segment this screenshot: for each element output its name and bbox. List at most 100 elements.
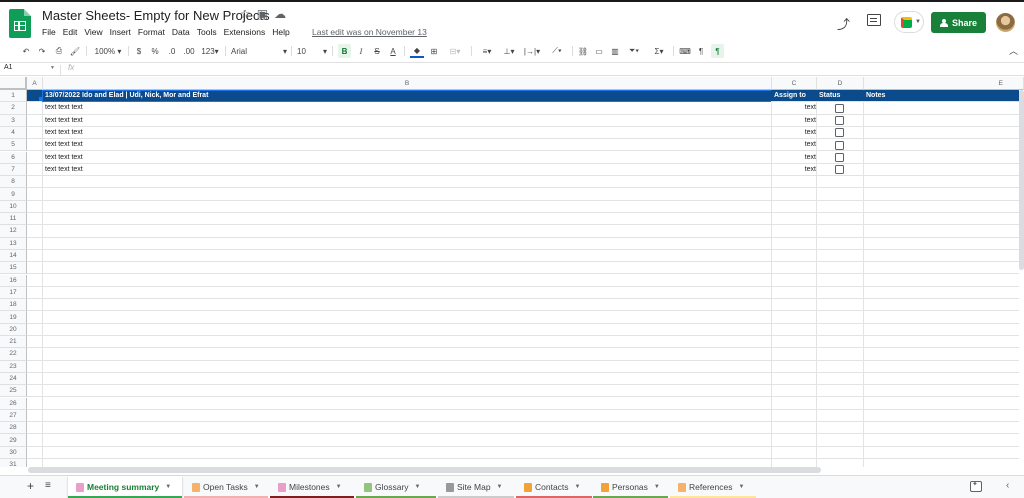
row-header[interactable]: 9 — [0, 188, 27, 201]
merge-cells-icon[interactable]: ⊟▾ — [444, 44, 466, 58]
share-button[interactable]: Share — [931, 12, 986, 33]
currency-button[interactable]: $ — [134, 44, 144, 58]
menu-insert[interactable]: Insert — [110, 27, 131, 37]
row-header[interactable]: 24 — [0, 372, 27, 386]
insert-link-icon[interactable]: ⛓ — [577, 44, 589, 58]
row-header[interactable]: 29 — [0, 434, 27, 447]
functions-icon[interactable]: Σ▾ — [648, 44, 670, 58]
status-checkbox[interactable] — [835, 165, 844, 175]
task-text-cell[interactable]: text text text — [45, 127, 745, 139]
spreadsheet-grid[interactable]: A B C D E 1 13/07/2022 Ido and Elad | Udi… — [0, 77, 1024, 467]
chevron-down-icon[interactable]: ▼ — [497, 484, 503, 490]
row-header[interactable]: 11 — [0, 213, 27, 226]
header-notes-cell[interactable]: Notes — [866, 90, 966, 102]
explore-icon[interactable] — [970, 480, 982, 492]
selection-handle[interactable] — [39, 97, 43, 101]
cloud-status-icon[interactable]: ☁ — [274, 7, 286, 21]
row-header[interactable]: 25 — [0, 385, 27, 398]
status-checkbox[interactable] — [835, 103, 844, 113]
percent-button[interactable]: % — [150, 44, 160, 58]
sheet-tab[interactable]: Contacts ▼ — [516, 476, 592, 498]
text-color-button[interactable]: A — [387, 44, 399, 58]
add-sheet-icon[interactable]: + — [27, 479, 34, 493]
task-text-cell[interactable]: text text text — [45, 102, 745, 114]
row-header[interactable]: 3 — [0, 114, 27, 127]
chevron-down-icon[interactable]: ▼ — [50, 65, 55, 71]
column-header-a[interactable]: A — [27, 77, 43, 90]
menu-data[interactable]: Data — [172, 27, 190, 37]
row-header[interactable]: 10 — [0, 200, 27, 213]
horizontal-align-icon[interactable]: ≡▾ — [477, 44, 497, 58]
chevron-down-icon[interactable]: ▼ — [738, 484, 744, 490]
menu-edit[interactable]: Edit — [63, 27, 78, 37]
chevron-left-icon[interactable]: ‹ — [1006, 480, 1009, 491]
move-folder-icon[interactable]: ▣ — [257, 7, 268, 21]
ltr-paragraph-icon[interactable]: ¶ — [695, 44, 707, 58]
activity-trend-icon[interactable]: ⤴ — [837, 14, 850, 33]
sheet-tab[interactable]: References ▼ — [670, 476, 756, 498]
row-header[interactable]: 4 — [0, 126, 27, 140]
sheet-tab[interactable]: Personas ▼ — [593, 476, 668, 498]
row-header[interactable]: 17 — [0, 286, 27, 300]
row-header[interactable]: 30 — [0, 446, 27, 459]
task-text-cell[interactable]: text text text — [45, 164, 745, 176]
name-box[interactable]: A1 — [4, 64, 13, 71]
task-text-cell[interactable]: text text text — [45, 152, 745, 164]
status-checkbox[interactable] — [835, 153, 844, 162]
row-header[interactable]: 22 — [0, 348, 27, 361]
column-header-d[interactable]: D — [817, 77, 864, 90]
sheet-tab[interactable]: Open Tasks ▼ — [184, 476, 268, 498]
star-icon[interactable]: ☆ — [240, 7, 251, 21]
menu-help[interactable]: Help — [272, 27, 289, 37]
row-header[interactable]: 28 — [0, 422, 27, 435]
font-select[interactable]: Arial ▾ — [231, 44, 287, 58]
column-header-e[interactable]: E — [864, 77, 1024, 90]
row-header[interactable]: 6 — [0, 151, 27, 164]
column-header-b[interactable]: B — [43, 77, 772, 90]
fill-color-icon[interactable]: ◆ — [410, 44, 424, 58]
sheet-tab[interactable]: Glossary ▼ — [356, 476, 436, 498]
row-header[interactable]: 23 — [0, 360, 27, 373]
header-status-cell[interactable]: Status — [819, 90, 863, 102]
task-text-cell[interactable]: text text text — [45, 139, 745, 151]
text-wrap-icon[interactable]: |→|▾ — [521, 44, 543, 58]
print-icon[interactable]: ⎙ — [53, 44, 65, 58]
document-title[interactable]: Master Sheets- Empty for New Projects — [42, 8, 270, 23]
decrease-decimal-button[interactable]: .0 — [166, 44, 178, 58]
assign-cell[interactable]: text — [772, 115, 816, 127]
header-assign-cell[interactable]: Assign to — [774, 90, 818, 102]
paint-format-icon[interactable]: 🖌 — [69, 44, 81, 58]
row-header[interactable]: 12 — [0, 225, 27, 238]
undo-icon[interactable]: ↶ — [20, 44, 32, 58]
status-checkbox[interactable] — [835, 116, 844, 126]
assign-cell[interactable]: text — [772, 139, 816, 151]
all-sheets-icon[interactable]: ≡ — [45, 480, 51, 491]
assign-cell[interactable]: text — [772, 152, 816, 164]
italic-button[interactable]: I — [355, 44, 367, 58]
comment-history-icon[interactable] — [867, 14, 881, 26]
text-rotation-icon[interactable]: ⟋▾ — [546, 44, 568, 58]
row-header[interactable]: 19 — [0, 311, 27, 324]
assign-cell[interactable]: text — [772, 102, 816, 114]
borders-icon[interactable]: ⊞ — [428, 44, 440, 58]
sheets-logo-icon[interactable] — [9, 9, 31, 38]
zoom-select[interactable]: 100% ▾ — [93, 44, 123, 58]
status-checkbox[interactable] — [835, 128, 844, 138]
column-header-c[interactable]: C — [772, 77, 817, 90]
status-checkbox[interactable] — [835, 140, 844, 150]
last-edit-link[interactable]: Last edit was on November 13 — [312, 27, 427, 37]
sheet-tab[interactable]: Milestones ▼ — [270, 476, 354, 498]
strikethrough-button[interactable]: S — [371, 44, 383, 58]
row-header[interactable]: 5 — [0, 139, 27, 152]
redo-icon[interactable]: ↷ — [36, 44, 48, 58]
font-size-select[interactable]: 10 ▾ — [297, 44, 327, 58]
meet-button[interactable]: ▼ — [894, 11, 924, 33]
menu-file[interactable]: File — [42, 27, 56, 37]
chevron-down-icon[interactable]: ▼ — [415, 484, 421, 490]
row-header[interactable]: 21 — [0, 336, 27, 349]
row-header[interactable]: 8 — [0, 176, 27, 189]
rtl-paragraph-icon[interactable]: ¶ — [711, 44, 724, 58]
row-header[interactable]: 31 — [0, 459, 27, 467]
menu-format[interactable]: Format — [138, 27, 165, 37]
chevron-down-icon[interactable]: ▼ — [654, 484, 660, 490]
